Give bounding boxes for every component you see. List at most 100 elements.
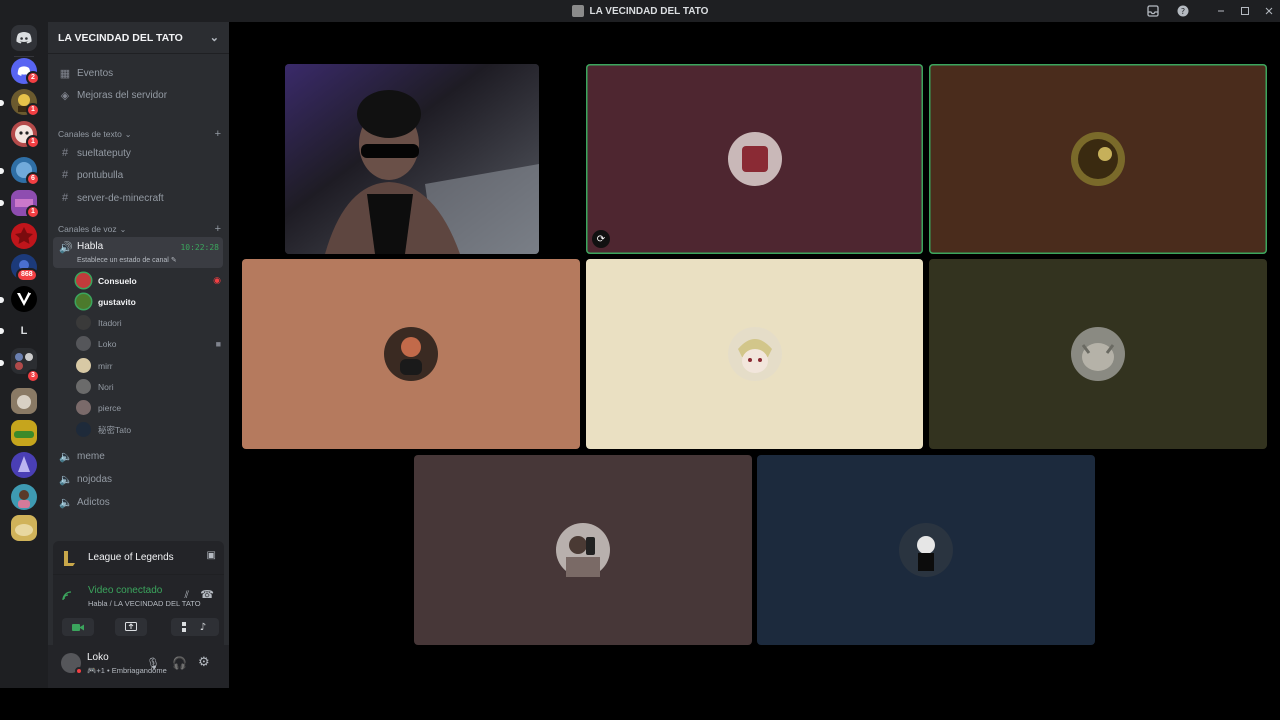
video-icon: ■ [215, 338, 221, 349]
stream-preview-icon[interactable]: ⟳ [592, 230, 610, 248]
title-bar: LA VECINDAD DEL TATO ? [0, 0, 1280, 22]
voice-user-name: Nori [98, 381, 114, 392]
voice-user-name: Itadori [98, 317, 122, 328]
noise-suppression-icon[interactable]: ⫽ [185, 590, 189, 601]
camera-feed [285, 64, 539, 254]
microphone-icon[interactable]: 🎙 [146, 657, 160, 670]
tile-camera[interactable] [285, 64, 539, 254]
guild-11-icon[interactable] [11, 388, 37, 414]
disconnect-icon[interactable]: ☎ [200, 588, 214, 601]
channel-pontubulla[interactable]: # pontubulla [53, 165, 223, 185]
voice-user-nori[interactable]: Nori [76, 377, 221, 396]
soundboard-button[interactable]: ♪ [187, 618, 219, 636]
tile-itadori[interactable] [242, 259, 580, 449]
minimize-icon[interactable] [1213, 3, 1229, 19]
signal-icon[interactable] [61, 590, 73, 605]
unread-pill [0, 100, 4, 106]
voice-user-tato[interactable]: 秘密Tato [76, 420, 221, 439]
avatar [384, 327, 438, 381]
avatar [76, 358, 91, 373]
boost-icon: ◈ [60, 89, 70, 102]
tile-mirr[interactable] [586, 259, 923, 449]
voice-user-gustavito[interactable]: gustavito [76, 292, 221, 311]
camera-icon [72, 623, 84, 631]
now-playing-panel: League of Legends ▣ [53, 541, 224, 575]
discord-home-icon[interactable] [11, 25, 37, 51]
screen-share-button[interactable] [115, 618, 147, 636]
guild-9-icon[interactable]: L [11, 318, 37, 344]
guild-12-icon[interactable] [11, 420, 37, 446]
server-name: LA VECINDAD DEL TATO [58, 31, 183, 44]
voice-user-consuelo[interactable]: Consuelo ◉ [76, 271, 221, 290]
voice-category[interactable]: Canales de voz ⌄ + [58, 223, 221, 235]
server-boost-item[interactable]: ◈ Mejoras del servidor [53, 85, 223, 105]
speaker-icon: 🔈 [59, 473, 73, 486]
guild-3-badge: 1 [26, 135, 40, 149]
voice-channel-adictos[interactable]: 🔈 Adictos [53, 492, 223, 512]
voice-user-name: Consuelo [98, 275, 137, 286]
channel-sueltateputy[interactable]: # sueltateputy [53, 143, 223, 163]
avatar [76, 379, 91, 394]
events-label: Eventos [77, 67, 114, 79]
avatar [76, 422, 91, 437]
active-voice-channel[interactable]: 🔊 Habla 10:22:28 Establece un estado de … [53, 237, 223, 268]
tile-tato[interactable] [757, 455, 1095, 645]
inbox-icon[interactable] [1145, 3, 1161, 19]
voice-channel-nojodas[interactable]: 🔈 nojodas [53, 469, 223, 489]
settings-gear-icon[interactable]: ⚙ [198, 655, 210, 670]
speaker-icon: 🔈 [59, 450, 73, 463]
text-category-label: Canales de texto [58, 129, 122, 139]
close-icon[interactable] [1261, 3, 1277, 19]
voice-channel-meme[interactable]: 🔈 meme [53, 446, 223, 466]
tile-nori[interactable] [929, 259, 1267, 449]
channel-server-de-minecraft[interactable]: # server-de-minecraft [53, 188, 223, 208]
text-category[interactable]: Canales de texto ⌄ + [58, 128, 221, 140]
channel-label: meme [77, 450, 105, 462]
channel-label: server-de-minecraft [77, 192, 164, 204]
voice-user-mirr[interactable]: mirr [76, 356, 221, 375]
voice-user-itadori[interactable]: Itadori [76, 313, 221, 332]
guild-15-icon[interactable] [11, 515, 37, 541]
voice-channel-name: Habla [77, 241, 104, 252]
headphones-icon[interactable]: 🎧 [172, 656, 187, 670]
guild-6-icon[interactable] [11, 223, 37, 249]
chevron-down-icon: ⌄ [124, 129, 132, 139]
avatar [556, 523, 610, 577]
tile-gustavito[interactable] [929, 64, 1267, 254]
maximize-icon[interactable] [1237, 3, 1253, 19]
avatar [76, 294, 91, 309]
dnd-status-icon [75, 667, 83, 675]
add-channel-icon[interactable]: + [215, 223, 221, 235]
channel-label: nojodas [77, 473, 113, 485]
channel-label: pontubulla [77, 169, 124, 181]
avatar [727, 327, 782, 381]
tile-pierce[interactable] [414, 455, 752, 645]
add-channel-icon[interactable]: + [215, 128, 221, 140]
pencil-icon: ✎ [170, 257, 177, 264]
camera-button[interactable] [62, 618, 94, 636]
voice-user-name: 秘密Tato [98, 424, 132, 435]
channel-label: sueltateputy [77, 147, 131, 159]
stream-game-icon[interactable]: ▣ [207, 550, 216, 561]
guild-14-icon[interactable] [11, 484, 37, 510]
voice-user-loko[interactable]: Loko ■ [76, 334, 221, 353]
voice-timer: 10:22:28 [180, 243, 219, 252]
guild-8-icon[interactable] [11, 286, 37, 312]
server-header[interactable]: LA VECINDAD DEL TATO ⌄ [48, 22, 229, 54]
avatar [1071, 327, 1125, 381]
guild-4-badge: 6 [26, 172, 40, 186]
avatar [76, 336, 91, 351]
status-count: +1 [96, 666, 105, 675]
voice-user-pierce[interactable]: pierce [76, 398, 221, 417]
chevron-down-icon: ⌄ [209, 32, 219, 44]
avatar [76, 315, 91, 330]
help-icon[interactable]: ? [1175, 3, 1191, 19]
avatar [1071, 132, 1125, 186]
guild-13-icon[interactable] [11, 452, 37, 478]
tile-consuelo[interactable]: ⟳ [586, 64, 923, 254]
unread-pill-6 [0, 360, 4, 366]
events-item[interactable]: ▦ Eventos [53, 63, 223, 83]
guild-2-badge: 1 [26, 103, 40, 117]
channel-status-prompt[interactable]: Establece un estado de canal ✎ [77, 256, 177, 264]
avatar [76, 273, 91, 288]
